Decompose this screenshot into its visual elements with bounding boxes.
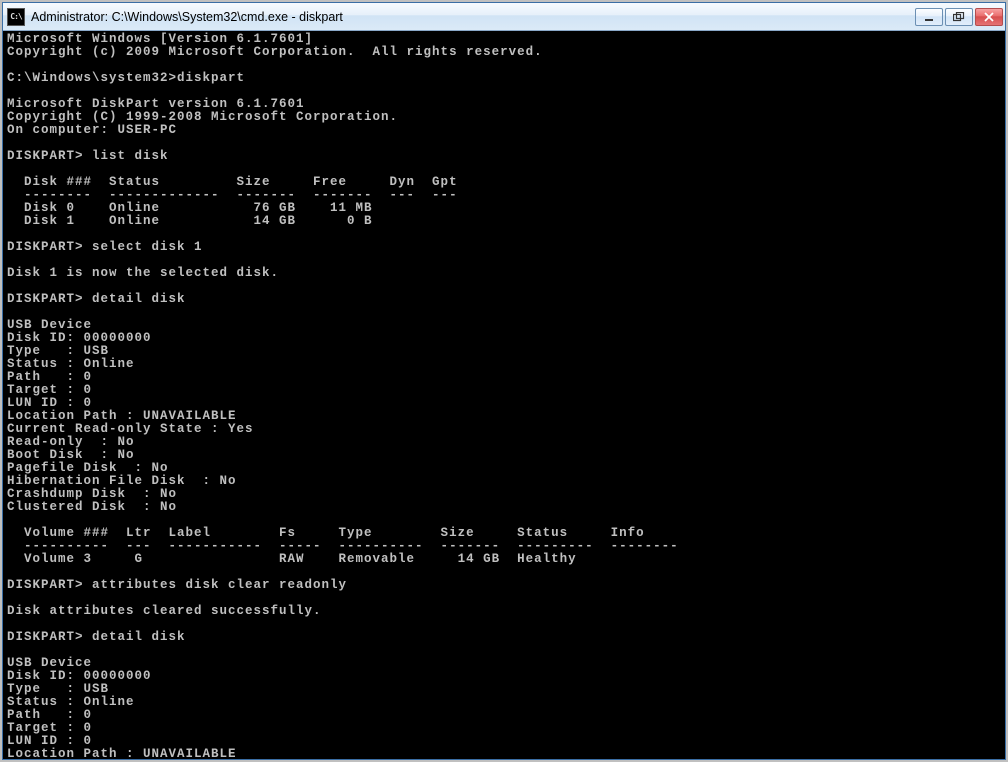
window-buttons xyxy=(915,8,1003,26)
console-line: Disk ID: 00000000 xyxy=(7,670,1001,683)
console-line: Disk 1 is now the selected disk. xyxy=(7,267,1001,280)
window-title: Administrator: C:\Windows\System32\cmd.e… xyxy=(31,10,915,24)
console-line: Volume 3 G RAW Removable 14 GB Healthy xyxy=(7,553,1001,566)
cmd-icon: C:\ xyxy=(7,8,25,26)
console-line: DISKPART> attributes disk clear readonly xyxy=(7,579,1001,592)
console-line xyxy=(7,644,1001,657)
console-line: Type : USB xyxy=(7,683,1001,696)
console-line: On computer: USER-PC xyxy=(7,124,1001,137)
maximize-button[interactable] xyxy=(945,8,973,26)
console-line: Status : Online xyxy=(7,696,1001,709)
console-line: Current Read-only State : Yes xyxy=(7,423,1001,436)
console-line: USB Device xyxy=(7,319,1001,332)
console-line xyxy=(7,306,1001,319)
cmd-window: C:\ Administrator: C:\Windows\System32\c… xyxy=(2,2,1006,760)
titlebar[interactable]: C:\ Administrator: C:\Windows\System32\c… xyxy=(3,3,1005,31)
console-line: USB Device xyxy=(7,657,1001,670)
console-line: C:\Windows\system32>diskpart xyxy=(7,72,1001,85)
console-line: Target : 0 xyxy=(7,384,1001,397)
console-output[interactable]: Microsoft Windows [Version 6.1.7601]Copy… xyxy=(3,31,1005,759)
console-line: Target : 0 xyxy=(7,722,1001,735)
console-line: Clustered Disk : No xyxy=(7,501,1001,514)
console-line: Path : 0 xyxy=(7,371,1001,384)
console-line: Disk attributes cleared successfully. xyxy=(7,605,1001,618)
console-line: Location Path : UNAVAILABLE xyxy=(7,748,1001,759)
console-line: Read-only : No xyxy=(7,436,1001,449)
console-line: DISKPART> select disk 1 xyxy=(7,241,1001,254)
console-line: Disk ID: 00000000 xyxy=(7,332,1001,345)
console-line: Status : Online xyxy=(7,358,1001,371)
console-line: Path : 0 xyxy=(7,709,1001,722)
console-line: Copyright (c) 2009 Microsoft Corporation… xyxy=(7,46,1001,59)
console-line: DISKPART> detail disk xyxy=(7,631,1001,644)
minimize-button[interactable] xyxy=(915,8,943,26)
close-button[interactable] xyxy=(975,8,1003,26)
console-line: Disk 1 Online 14 GB 0 B xyxy=(7,215,1001,228)
console-line: DISKPART> detail disk xyxy=(7,293,1001,306)
console-line: DISKPART> list disk xyxy=(7,150,1001,163)
console-line: Type : USB xyxy=(7,345,1001,358)
